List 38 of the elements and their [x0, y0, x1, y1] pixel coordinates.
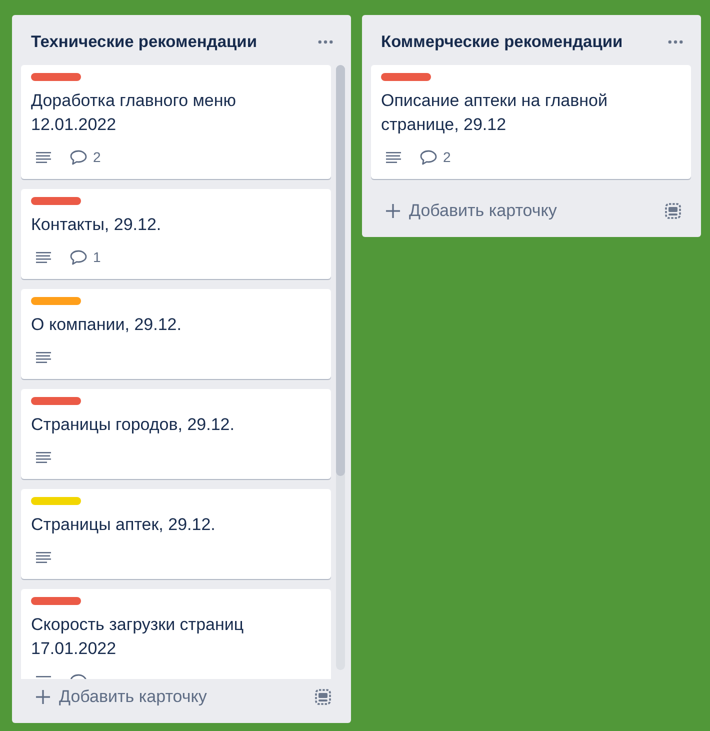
speech-bubble-icon — [70, 150, 87, 164]
speech-bubble-icon — [70, 250, 87, 264]
more-icon[interactable] — [318, 40, 333, 44]
card[interactable]: Скорость загрузки страниц 17.01.2022 — [21, 589, 331, 679]
card[interactable]: О компании, 29.12. — [21, 289, 331, 379]
card[interactable]: Доработка главного меню 12.01.2022 2 — [21, 65, 331, 179]
list-title[interactable]: Коммерческие рекомендации — [381, 31, 623, 53]
card[interactable]: Контакты, 29.12. 1 — [21, 189, 331, 279]
card-title: Страницы городов, 29.12. — [31, 414, 234, 436]
comment-count: 2 — [93, 149, 101, 165]
card-title: Описание аптеки на главной странице, 29.12 — [381, 90, 608, 136]
card[interactable]: Страницы городов, 29.12. — [21, 389, 331, 479]
text-lines-icon — [36, 252, 51, 262]
scrollbar-thumb[interactable] — [336, 65, 345, 476]
card-title: Контакты, 29.12. — [31, 214, 162, 236]
plus-icon — [36, 690, 50, 704]
more-icon[interactable] — [668, 40, 683, 44]
scrollbar-track[interactable] — [336, 65, 345, 670]
comment-count: 1 — [93, 249, 101, 265]
list-title[interactable]: Технические рекомендации — [31, 31, 257, 53]
text-lines-icon — [36, 552, 51, 562]
text-lines-icon — [386, 152, 401, 162]
card[interactable]: Описание аптеки на главной странице, 29.12 2 — [371, 65, 691, 179]
text-lines-icon — [36, 352, 51, 362]
text-lines-icon — [36, 452, 51, 462]
card-icon[interactable] — [315, 689, 331, 705]
plus-icon — [386, 204, 400, 218]
card-title: Страницы аптек, 29.12. — [31, 514, 216, 536]
text-lines-icon — [36, 152, 51, 162]
speech-bubble-icon — [420, 150, 437, 164]
card-icon[interactable] — [665, 203, 681, 219]
card-title: Доработка главного меню 12.01.2022 — [31, 90, 238, 136]
card[interactable]: Страницы аптек, 29.12. — [21, 489, 331, 579]
card-title: О компании, 29.12. — [31, 314, 182, 336]
add-card-button[interactable]: Добавить карточку — [371, 197, 563, 225]
add-card-button[interactable]: Добавить карточку — [21, 683, 213, 711]
comment-count: 2 — [443, 149, 451, 165]
card-title: Скорость загрузки страниц 17.01.2022 — [31, 614, 245, 660]
